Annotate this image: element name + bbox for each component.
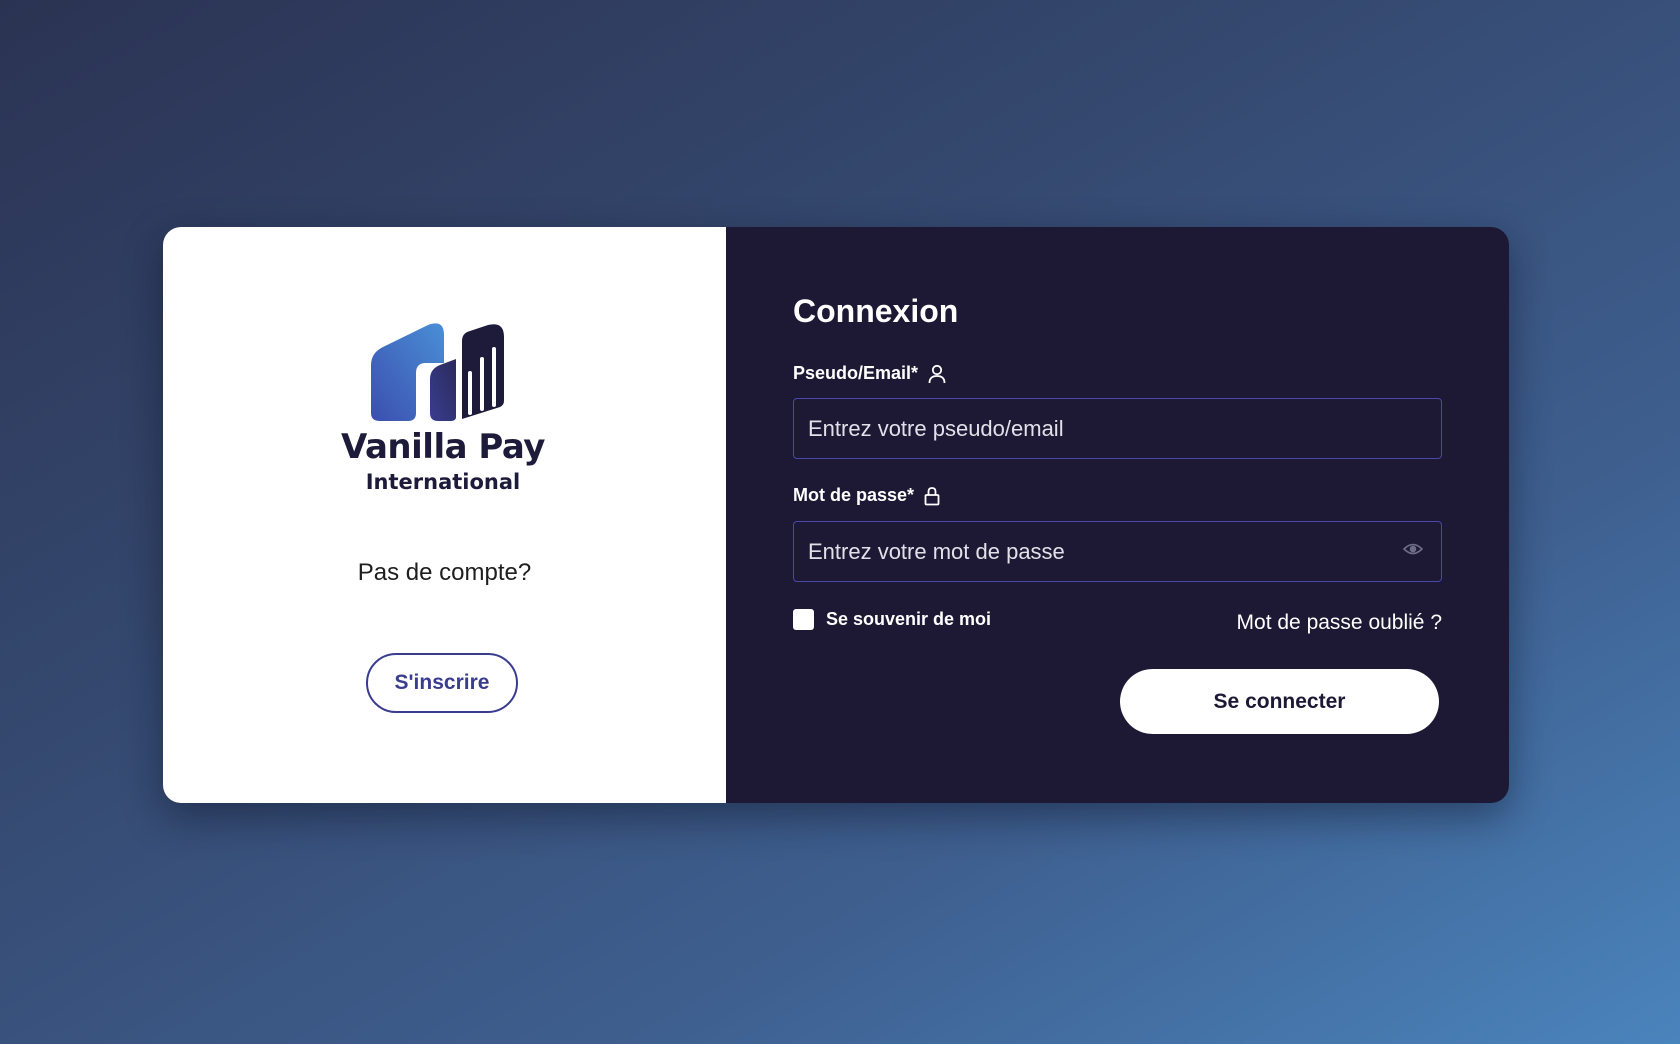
signup-button[interactable]: S'inscrire (366, 653, 518, 713)
password-label-text: Mot de passe* (793, 485, 915, 505)
forgot-password-link[interactable]: Mot de passe oublié ? (1237, 611, 1442, 635)
brand-panel: Vanilla Pay International Pas de compte?… (163, 227, 726, 803)
username-input[interactable] (794, 399, 1441, 458)
password-label: Mot de passe* (793, 485, 940, 506)
eye-icon[interactable] (1403, 542, 1423, 556)
lock-icon (924, 486, 940, 506)
password-input[interactable] (794, 522, 1441, 581)
brand-logo: Vanilla Pay International (328, 313, 558, 494)
brand-subtitle: International (365, 470, 521, 494)
login-button[interactable]: Se connecter (1120, 669, 1439, 734)
remember-checkbox[interactable] (793, 609, 814, 630)
no-account-prompt: Pas de compte? (357, 559, 532, 586)
user-icon (928, 364, 946, 384)
login-panel: Connexion Pseudo/Email* Mot de passe* (726, 227, 1509, 803)
username-label: Pseudo/Email* (793, 363, 946, 384)
password-field-wrapper (793, 521, 1442, 582)
login-title: Connexion (793, 293, 959, 329)
username-label-text: Pseudo/Email* (793, 363, 919, 383)
login-card: Vanilla Pay International Pas de compte?… (163, 227, 1509, 803)
bar-chart-logo-icon (371, 323, 504, 421)
remember-me[interactable]: Se souvenir de moi (793, 609, 991, 630)
brand-name: Vanilla Pay (341, 427, 545, 467)
remember-label: Se souvenir de moi (826, 609, 992, 629)
username-field-wrapper (793, 398, 1442, 459)
